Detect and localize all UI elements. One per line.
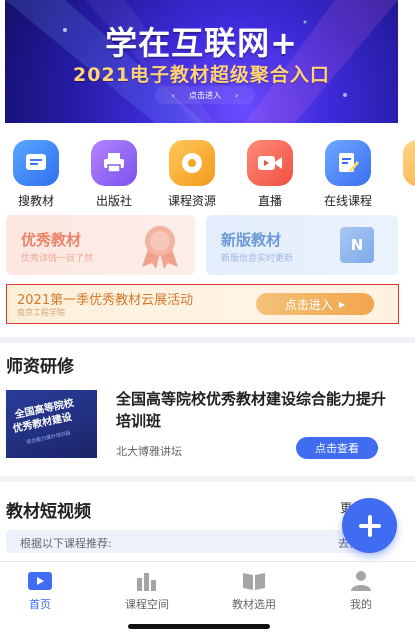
nav-item-publisher[interactable]: 出版社 xyxy=(79,140,149,209)
plus-icon xyxy=(358,514,381,537)
card-title: 优秀教材 xyxy=(21,231,82,249)
nav-label: 在线课程 xyxy=(323,194,372,208)
nav-label: 出版社 xyxy=(95,194,132,208)
printer-icon xyxy=(91,140,137,186)
section-title-short-video: 教材短视频 xyxy=(6,502,91,522)
edit-document-icon xyxy=(325,140,371,186)
tab-label: 教材选用 xyxy=(232,598,276,611)
disc-icon xyxy=(169,140,215,186)
tab-home[interactable]: 首页 xyxy=(0,570,80,612)
nav-label: 课程资源 xyxy=(167,194,216,208)
nav-item-ebook[interactable]: 电子 xyxy=(391,140,415,209)
course-thumbnail[interactable]: 全国高等院校 优秀教材建设 综合能力提升培训班 xyxy=(6,390,97,458)
nav-item-search-textbook[interactable]: 搜教材 xyxy=(1,140,71,209)
banner-click-label: 点击进入 xyxy=(189,90,221,100)
card-subtitle: 新版信息实时更新 xyxy=(221,254,294,264)
video-camera-icon xyxy=(247,140,293,186)
add-fab-button[interactable] xyxy=(342,498,397,553)
card-title: 新版教材 xyxy=(221,231,282,249)
home-play-icon xyxy=(27,570,53,592)
quick-nav: 搜教材 出版社 课程资源 直播 在线课程 xyxy=(0,140,415,208)
section-divider xyxy=(0,337,415,343)
bar-chart-icon xyxy=(134,570,160,592)
event-title: 2021第一季优秀教材云展活动 xyxy=(17,293,194,308)
person-icon xyxy=(348,570,374,592)
nav-item-course-resources[interactable]: 课程资源 xyxy=(157,140,227,209)
tab-label: 课程空间 xyxy=(125,598,169,611)
event-organization: 南京工程学院 xyxy=(17,308,65,317)
ebook-icon xyxy=(403,140,415,186)
recommend-bar: 根据以下课程推荐: 去设置 xyxy=(6,530,386,553)
play-triangle-icon: ▶ xyxy=(338,299,346,309)
new-badge-icon: N xyxy=(340,227,374,263)
tab-label: 我的 xyxy=(350,598,372,611)
home-indicator xyxy=(128,624,270,629)
medal-icon xyxy=(142,226,178,269)
banner-click-button[interactable]: ‹ 点击进入 › xyxy=(155,86,255,104)
nav-label: 直播 xyxy=(257,194,282,208)
nav-item-online-course[interactable]: 在线课程 xyxy=(313,140,383,209)
banner-subtitle: 2021电子教材超级聚合入口 xyxy=(73,64,330,86)
event-banner[interactable]: 2021第一季优秀教材云展活动 南京工程学院 点击进入 ▶ xyxy=(6,284,399,324)
tab-textbook-selection[interactable]: 教材选用 xyxy=(214,570,294,612)
card-new-textbook[interactable]: 新版教材 新版信息实时更新 N xyxy=(206,215,398,275)
app-screen: 学在互联网+ 2021电子教材超级聚合入口 ‹ 点击进入 › 搜教材 出版社 课… xyxy=(0,0,415,636)
course-title[interactable]: 全国高等院校优秀教材建设综合能力提升培训班 xyxy=(116,388,386,432)
nav-item-live[interactable]: 直播 xyxy=(235,140,305,209)
card-excellent-textbook[interactable]: 优秀教材 优秀详情一目了然 xyxy=(6,215,195,275)
event-enter-button[interactable]: 点击进入 ▶ xyxy=(256,293,374,315)
recommend-label: 根据以下课程推荐: xyxy=(20,537,112,550)
view-course-button[interactable]: 点击查看 xyxy=(296,437,378,459)
course-source: 北大博雅讲坛 xyxy=(116,445,182,458)
section-title-teacher-training: 师资研修 xyxy=(6,357,74,377)
chevron-right-icon: › xyxy=(235,90,239,100)
tab-course-space[interactable]: 课程空间 xyxy=(107,570,187,612)
nav-label: 电子 xyxy=(391,192,415,209)
open-book-icon xyxy=(241,570,267,592)
banner-title: 学在互联网+ xyxy=(105,24,298,62)
event-button-label: 点击进入 xyxy=(284,297,333,312)
search-book-icon xyxy=(13,140,59,186)
section-divider xyxy=(0,476,415,482)
chevron-left-icon: ‹ xyxy=(171,90,175,100)
thumb-line-3: 综合能力提升培训班 xyxy=(25,430,72,446)
tab-label: 首页 xyxy=(29,598,51,611)
promo-banner[interactable]: 学在互联网+ 2021电子教材超级聚合入口 ‹ 点击进入 › xyxy=(5,0,398,123)
nav-label: 搜教材 xyxy=(17,194,54,208)
card-subtitle: 优秀详情一目了然 xyxy=(21,254,94,264)
tab-profile[interactable]: 我的 xyxy=(321,570,401,612)
